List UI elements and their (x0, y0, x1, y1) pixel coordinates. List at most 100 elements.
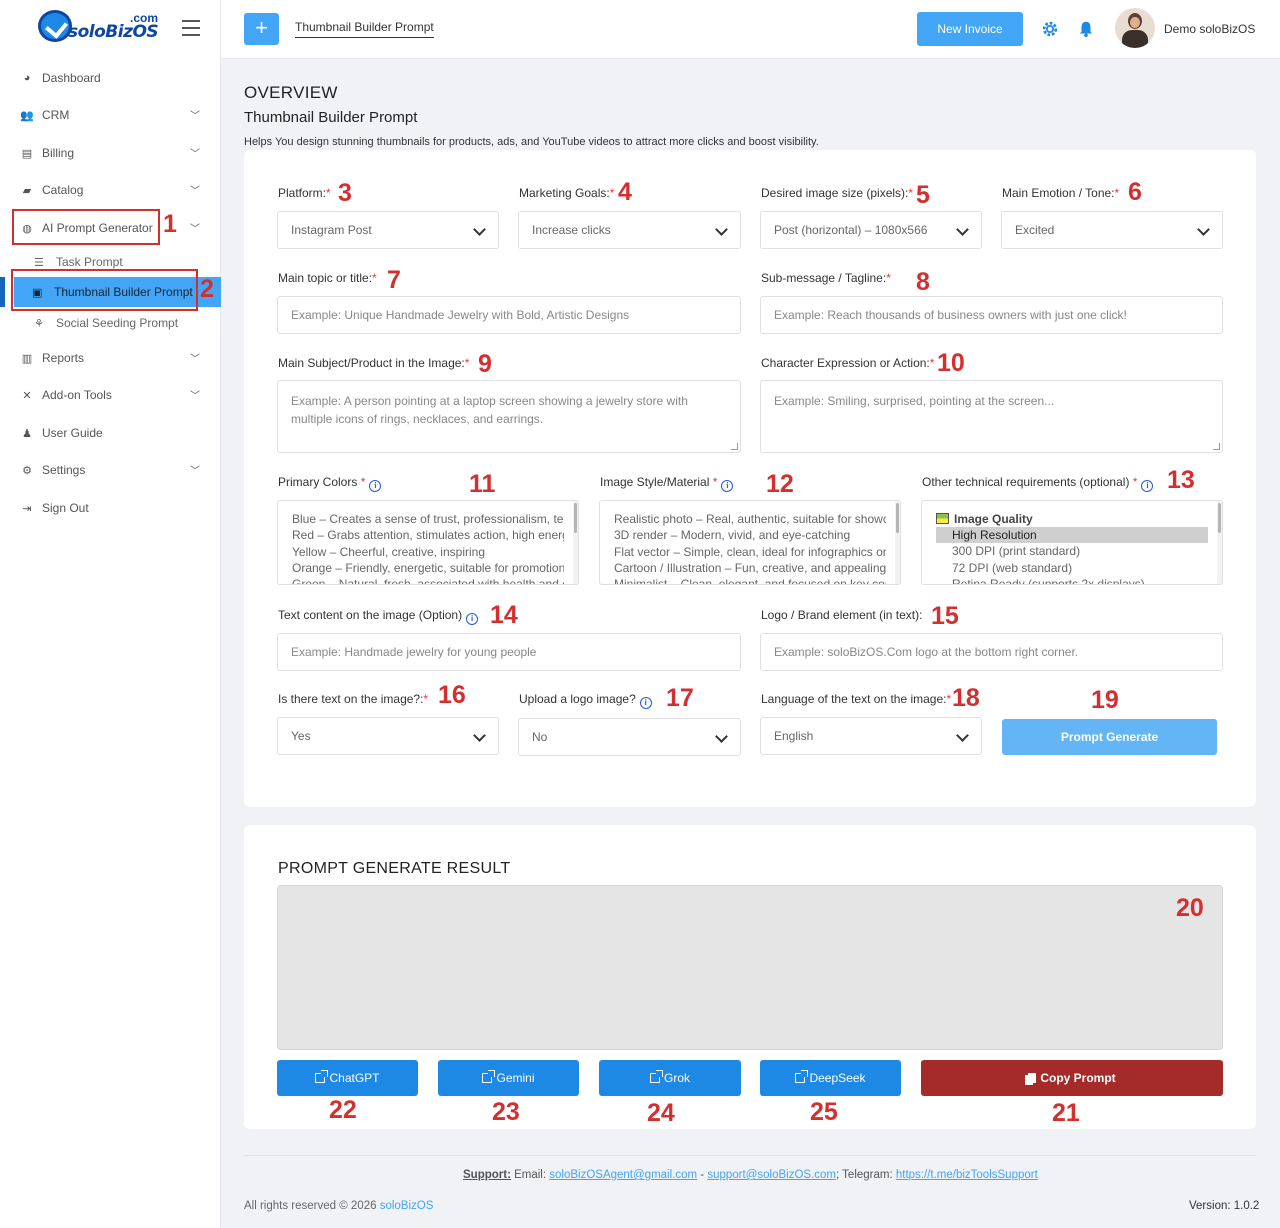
chevron-down-icon: ﹀ (190, 391, 200, 402)
scrollbar[interactable] (895, 501, 900, 584)
list-option-selected[interactable]: High Resolution (936, 527, 1208, 544)
emotion-label: Main Emotion / Tone:* (1002, 186, 1120, 200)
sidebar-item-dashboard[interactable]: ◕ Dashboard (20, 66, 210, 90)
footer-divider (244, 1155, 1256, 1156)
text-content-label: Text content on the image (Option) i (278, 608, 479, 625)
brand-logo[interactable]: soloBizOS .com (38, 8, 168, 44)
external-link-icon (482, 1070, 496, 1083)
sidebar-item-label: Catalog (42, 183, 84, 197)
sidebar-item-user-guide[interactable]: ♟ User Guide (20, 421, 210, 445)
sidebar-subitem-task-prompt[interactable]: ☰ Task Prompt (34, 251, 123, 273)
upload-logo-select[interactable]: No (518, 718, 741, 756)
sidebar-item-add-on-tools[interactable]: ✕ Add-on Tools ﹀ (20, 383, 210, 407)
scrollbar[interactable] (573, 501, 578, 584)
avatar[interactable] (1115, 8, 1155, 48)
sidebar-item-label: AI Prompt Generator (42, 221, 153, 235)
platform-label: Platform:* (278, 186, 331, 200)
user-guide-icon: ♟ (22, 427, 32, 440)
image-size-label: Desired image size (pixels):* (761, 186, 914, 200)
tools-icon: ✕ (22, 389, 32, 402)
scrollbar[interactable] (1217, 501, 1222, 584)
technical-listbox[interactable]: Image Quality High Resolution 300 DPI (p… (921, 500, 1223, 585)
list-option[interactable]: Minimalist – Clean, elegant, and focused… (614, 576, 886, 584)
platform-select[interactable]: Instagram Post (277, 211, 499, 249)
main-subject-textarea[interactable]: Example: A person pointing at a laptop s… (277, 380, 741, 453)
list-option[interactable]: Retina Ready (supports 2x displays) (936, 576, 1208, 584)
option-group: Image Quality (936, 511, 1208, 527)
info-icon: i (466, 613, 479, 625)
sidebar-item-reports[interactable]: ▥ Reports ﹀ (20, 346, 210, 370)
bar-chart-icon: ▥ (21, 352, 33, 365)
menu-toggle-icon[interactable] (182, 20, 200, 36)
list-option[interactable]: Cartoon / Illustration – Fun, creative, … (614, 560, 886, 576)
language-select[interactable]: English (760, 717, 982, 755)
sidebar-item-settings[interactable]: ⚙ Settings ﹀ (20, 458, 210, 482)
copy-prompt-button[interactable]: Copy Prompt (921, 1060, 1223, 1096)
grok-button[interactable]: Grok (599, 1060, 741, 1096)
list-option[interactable]: Yellow – Cheerful, creative, inspiring (292, 544, 564, 560)
image-size-select[interactable]: Post (horizontal) – 1080x566 (760, 211, 982, 249)
page-description: Helps You design stunning thumbnails for… (244, 136, 819, 148)
sidebar-item-catalog[interactable]: ▰ Catalog ﹀ (20, 178, 210, 202)
chevron-down-icon: ﹀ (190, 111, 200, 122)
chevron-down-icon (473, 729, 486, 742)
sidebar-subitem-thumbnail-builder-prompt[interactable]: ▣ Thumbnail Builder Prompt (14, 277, 221, 307)
support-email-link-2[interactable]: support@soloBizOS.com (707, 1169, 836, 1181)
active-indicator (0, 277, 5, 307)
character-textarea[interactable]: Example: Smiling, surprised, pointing at… (760, 380, 1223, 453)
list-option[interactable]: Blue – Creates a sense of trust, profess… (292, 511, 564, 527)
sidebar-item-billing[interactable]: ▤ Billing ﹀ (20, 141, 210, 165)
new-invoice-button[interactable]: New Invoice (917, 12, 1023, 46)
list-option[interactable]: Green – Natural, fresh, associated with … (292, 576, 564, 584)
primary-colors-label: Primary Colors * i (278, 475, 382, 492)
marketing-goals-select[interactable]: Increase clicks (518, 211, 741, 249)
sidebar-item-sign-out[interactable]: ⇥ Sign Out (20, 496, 210, 520)
primary-colors-listbox[interactable]: Blue – Creates a sense of trust, profess… (277, 500, 579, 585)
main-subject-label: Main Subject/Product in the Image:* (278, 356, 470, 370)
support-email-link[interactable]: soloBizOSAgent@gmail.com (549, 1169, 697, 1181)
list-option[interactable]: 3D render – Modern, vivid, and eye-catch… (614, 527, 886, 543)
brand-link[interactable]: soloBizOS (380, 1200, 434, 1212)
text-content-input[interactable]: Example: Handmade jewelry for young peop… (277, 633, 741, 671)
list-option[interactable]: 72 DPI (web standard) (936, 560, 1208, 576)
sidebar: soloBizOS .com ◕ Dashboard 👥 CRM ﹀ ▤ Bil… (0, 0, 221, 1228)
list-option[interactable]: Realistic photo – Real, authentic, suita… (614, 511, 886, 527)
chevron-down-icon (956, 729, 969, 742)
gemini-button[interactable]: Gemini (438, 1060, 579, 1096)
footer-rights: All rights reserved © 2026 soloBizOS (244, 1200, 434, 1212)
result-output-box[interactable] (277, 885, 1223, 1050)
sidebar-item-ai-prompt-generator[interactable]: ◍ AI Prompt Generator ﹀ (20, 216, 210, 240)
result-title: PROMPT GENERATE RESULT (278, 860, 511, 877)
telegram-link[interactable]: https://t.me/bizToolsSupport (896, 1169, 1038, 1181)
user-name[interactable]: Demo soloBizOS (1164, 22, 1255, 36)
sidebar-item-label: Sign Out (42, 501, 89, 515)
gear-icon[interactable] (1041, 20, 1059, 38)
sub-message-input[interactable]: Example: Reach thousands of business own… (760, 296, 1223, 334)
logo-check-icon (38, 10, 72, 42)
emotion-select[interactable]: Excited (1001, 211, 1223, 249)
resize-handle-icon (1213, 443, 1220, 450)
app-version: Version: 1.0.2 (1189, 1200, 1260, 1212)
list-option[interactable]: 300 DPI (print standard) (936, 543, 1208, 559)
sidebar-subitem-social-seeding-prompt[interactable]: ⚘ Social Seeding Prompt (34, 312, 178, 334)
technical-label: Other technical requirements (optional) … (922, 475, 1154, 492)
sidebar-subitem-label: Social Seeding Prompt (56, 316, 179, 330)
list-option[interactable]: Flat vector – Simple, clean, ideal for i… (614, 544, 886, 560)
add-button[interactable]: + (244, 13, 279, 45)
prompt-generate-button[interactable]: Prompt Generate (1002, 719, 1217, 755)
logo-brand-input[interactable]: Example: soloBizOS.Com logo at the botto… (760, 633, 1223, 671)
main-topic-input[interactable]: Example: Unique Handmade Jewelry with Bo… (277, 296, 741, 334)
pie-chart-icon: ◕ (23, 72, 31, 84)
tab-thumbnail-builder-prompt[interactable]: Thumbnail Builder Prompt (295, 20, 434, 38)
image-style-listbox[interactable]: Realistic photo – Real, authentic, suita… (599, 500, 901, 585)
has-text-select[interactable]: Yes (277, 717, 499, 755)
image-style-label: Image Style/Material * i (600, 475, 734, 492)
file-invoice-icon: ▤ (21, 147, 33, 160)
bell-icon[interactable] (1077, 20, 1095, 38)
list-option[interactable]: Red – Grabs attention, stimulates action… (292, 527, 564, 543)
chatgpt-button[interactable]: ChatGPT (277, 1060, 418, 1096)
deepseek-button[interactable]: DeepSeek (760, 1060, 901, 1096)
list-option[interactable]: Orange – Friendly, energetic, suitable f… (292, 560, 564, 576)
external-link-icon (649, 1070, 663, 1083)
sidebar-item-crm[interactable]: 👥 CRM ﹀ (20, 103, 210, 127)
